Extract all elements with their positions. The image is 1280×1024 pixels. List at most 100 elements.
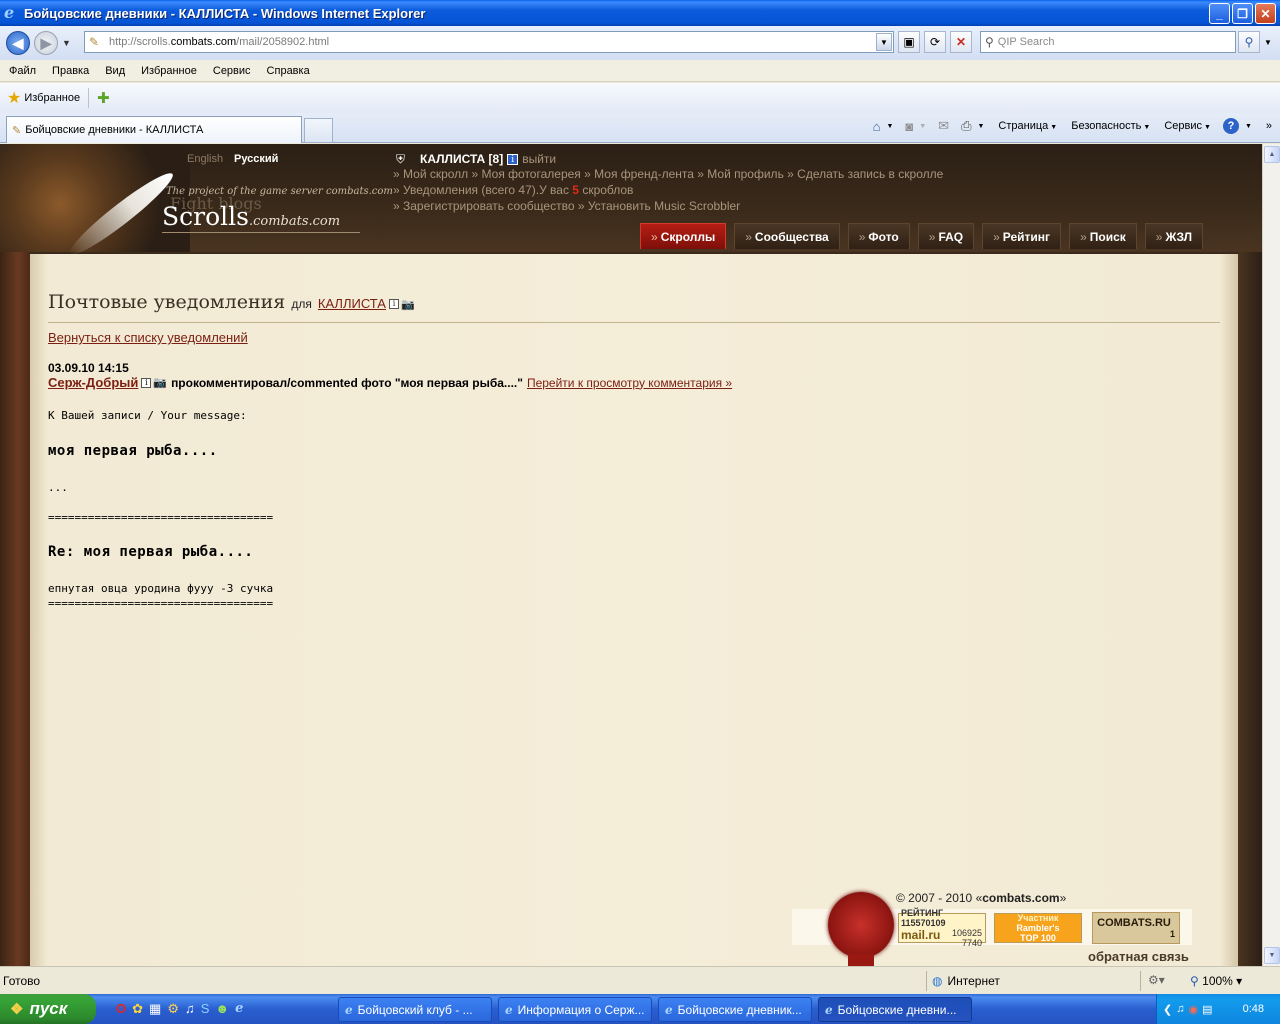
tray-audio-icon[interactable]: ♫ — [1176, 1003, 1184, 1015]
back-to-notifications-link[interactable]: Вернуться к списку уведомлений — [48, 330, 248, 345]
nav-scrolls[interactable]: » Скроллы — [640, 223, 727, 249]
nav-zhzl[interactable]: » ЖЗЛ — [1144, 223, 1204, 249]
user-info-icon-2[interactable]: i — [388, 299, 399, 309]
history-dropdown-icon[interactable]: ▼ — [62, 38, 71, 48]
nav-search[interactable]: » Поиск — [1069, 223, 1137, 249]
search-options-icon[interactable]: ▼ — [1264, 38, 1272, 47]
favorites-star-icon[interactable]: ★ — [7, 88, 21, 108]
app-icon[interactable]: ⚙ — [167, 1001, 179, 1017]
tab-label: Бойцовские дневники - КАЛЛИСТА — [25, 124, 204, 136]
menu-edit[interactable]: Правка — [52, 65, 89, 77]
taskbar-item-1[interactable]: e Бойцовский клуб - ... — [338, 997, 492, 1022]
menu-bar: Файл Правка Вид Избранное Сервис Справка — [0, 60, 1280, 82]
feeds-dropdown-icon[interactable]: ▼ — [919, 123, 926, 130]
print-dropdown-icon[interactable]: ▼ — [977, 123, 984, 130]
view-comment-link[interactable]: Перейти к просмотру комментария » — [527, 376, 732, 390]
address-dropdown-icon[interactable]: ▼ — [876, 33, 892, 51]
ie-logo-icon: e — [4, 3, 15, 22]
right-side-border — [1238, 252, 1262, 966]
scroll-up-icon[interactable]: ▲ — [1264, 146, 1280, 163]
mail-icon[interactable]: ✉ — [938, 118, 949, 134]
mailru-counter[interactable]: РЕЙТИНГ 115570109 mail.ru 106925 7740 — [898, 908, 986, 948]
menu-view[interactable]: Вид — [105, 65, 125, 77]
author-camera-icon[interactable]: 📷 — [153, 376, 167, 389]
search-input[interactable]: ⚲ QIP Search — [980, 31, 1236, 53]
author-link[interactable]: Серж-Добрый — [48, 375, 138, 390]
user-links-row2[interactable]: » Уведомления (всего 47).У вас 5 скробло… — [393, 183, 633, 197]
favorites-button[interactable]: Избранное — [24, 92, 80, 104]
command-bar: ⌂ ▼ ◙ ▼ ✉ ⎙ ▼ Страница ▼ Безопасность ▼ Серви… — [873, 118, 1272, 134]
start-button[interactable]: ❖ пуск — [0, 994, 96, 1024]
logout-link[interactable]: выйти — [522, 152, 556, 166]
nav-faq[interactable]: » FAQ — [917, 223, 975, 249]
qip-icon[interactable]: ☻ — [215, 1001, 229, 1017]
new-tab-button[interactable] — [304, 118, 333, 143]
favbar-divider — [88, 88, 90, 108]
add-favorite-icon[interactable]: ✚ — [97, 89, 110, 107]
taskbar-item-4[interactable]: e Бойцовские дневни... — [818, 997, 972, 1022]
compatibility-view-button[interactable]: ▣ — [898, 31, 920, 53]
lang-english-link[interactable]: English — [187, 153, 223, 165]
opera-icon[interactable]: O — [116, 1001, 126, 1017]
rambler-top100-counter[interactable]: Участник Rambler's TOP 100 — [994, 913, 1082, 943]
taskbar: ❖ пуск O ✿ ▦ ⚙ ♫ S ☻ e e Бойцовский клуб -… — [0, 994, 1280, 1024]
tray-expand-icon[interactable]: ❮ — [1163, 1003, 1172, 1016]
author-info-icon[interactable]: i — [141, 377, 152, 388]
message-body: ... — [48, 481, 68, 494]
user-links-row1[interactable]: » Мой скролл » Моя фотогалерея » Моя фре… — [393, 167, 943, 181]
title-user-link[interactable]: КАЛЛИСТА — [318, 296, 386, 311]
site-favicon-icon: ✎ — [89, 35, 100, 49]
nav-rating[interactable]: » Рейтинг — [982, 223, 1062, 249]
tab-current[interactable]: ✎ Бойцовские дневники - КАЛЛИСТА — [6, 116, 302, 143]
tools-menu[interactable]: Сервис ▼ — [1164, 120, 1211, 132]
feedback-link[interactable]: обратная связь — [1088, 949, 1189, 964]
minimize-button[interactable]: _ — [1209, 3, 1230, 24]
help-dropdown-icon[interactable]: ▼ — [1245, 123, 1252, 130]
combats-counter[interactable]: COMBATS.RU 1 — [1092, 912, 1180, 944]
home-dropdown-icon[interactable]: ▼ — [886, 123, 893, 130]
stop-button[interactable]: ✕ — [950, 31, 972, 53]
vertical-scrollbar[interactable]: ▲ ▼ — [1262, 144, 1280, 966]
headphones-icon[interactable]: ♫ — [185, 1001, 195, 1017]
camera-icon[interactable]: 📷 — [401, 298, 415, 311]
zoom-level[interactable]: ⚲ 100% ▾ — [1190, 974, 1242, 988]
language-flag-icon[interactable]: ▤ — [1202, 1003, 1212, 1016]
user-links-row3[interactable]: » Зарегистрировать сообщество » Установи… — [393, 199, 740, 213]
taskbar-item-2[interactable]: e Информация о Серж... — [498, 997, 652, 1022]
print-icon[interactable]: ⎙ — [961, 118, 971, 134]
refresh-button[interactable]: ⟳ — [924, 31, 946, 53]
menu-favorites[interactable]: Избранное — [141, 65, 197, 77]
lang-russian-link[interactable]: Русский — [234, 153, 278, 165]
maximize-button[interactable]: ❐ — [1232, 3, 1253, 24]
tab-favicon-icon: ✎ — [12, 124, 22, 137]
security-menu[interactable]: Безопасность ▼ — [1071, 120, 1150, 132]
icq-icon[interactable]: ✿ — [132, 1001, 143, 1017]
menu-help[interactable]: Справка — [267, 65, 310, 77]
address-input[interactable]: ✎ http://scrolls.combats.com/mail/205890… — [84, 31, 894, 53]
help-icon[interactable]: ? — [1222, 118, 1239, 134]
menu-file[interactable]: Файл — [9, 65, 36, 77]
protected-mode-icon[interactable]: ⚙▾ — [1148, 973, 1165, 987]
scroll-down-icon[interactable]: ▼ — [1264, 947, 1280, 964]
search-button[interactable]: ⚲ — [1238, 31, 1260, 53]
tray-app-icon[interactable]: ◉ — [1188, 1003, 1198, 1016]
feeds-icon[interactable]: ◙ — [905, 119, 913, 134]
site-logo[interactable]: Scrolls.combats.com — [162, 202, 340, 231]
page-menu[interactable]: Страница ▼ — [998, 120, 1057, 132]
chevron-more-icon[interactable]: » — [1266, 120, 1272, 132]
close-button[interactable]: ✕ — [1255, 3, 1276, 24]
system-tray: ❮ ♫ ◉ ▤ 0:48 — [1156, 994, 1280, 1024]
skype-icon[interactable]: S — [201, 1001, 210, 1017]
forward-button[interactable]: ▶ — [34, 31, 58, 55]
wax-seal-image — [828, 892, 894, 958]
window-switch-icon[interactable]: ▦ — [149, 1001, 161, 1017]
taskbar-item-3[interactable]: e Бойцовские дневник... — [658, 997, 812, 1022]
user-info-icon[interactable]: i — [507, 153, 519, 165]
ie-quicklaunch-icon[interactable]: e — [235, 1001, 243, 1017]
home-icon[interactable]: ⌂ — [873, 119, 881, 134]
nav-photo[interactable]: » Фото — [847, 223, 910, 249]
back-button[interactable]: ◀ — [6, 31, 30, 55]
user-line: ⛨ КАЛЛИСТА [8] i выйти — [396, 152, 556, 166]
menu-tools[interactable]: Сервис — [213, 65, 251, 77]
nav-communities[interactable]: » Сообщества — [734, 223, 840, 249]
